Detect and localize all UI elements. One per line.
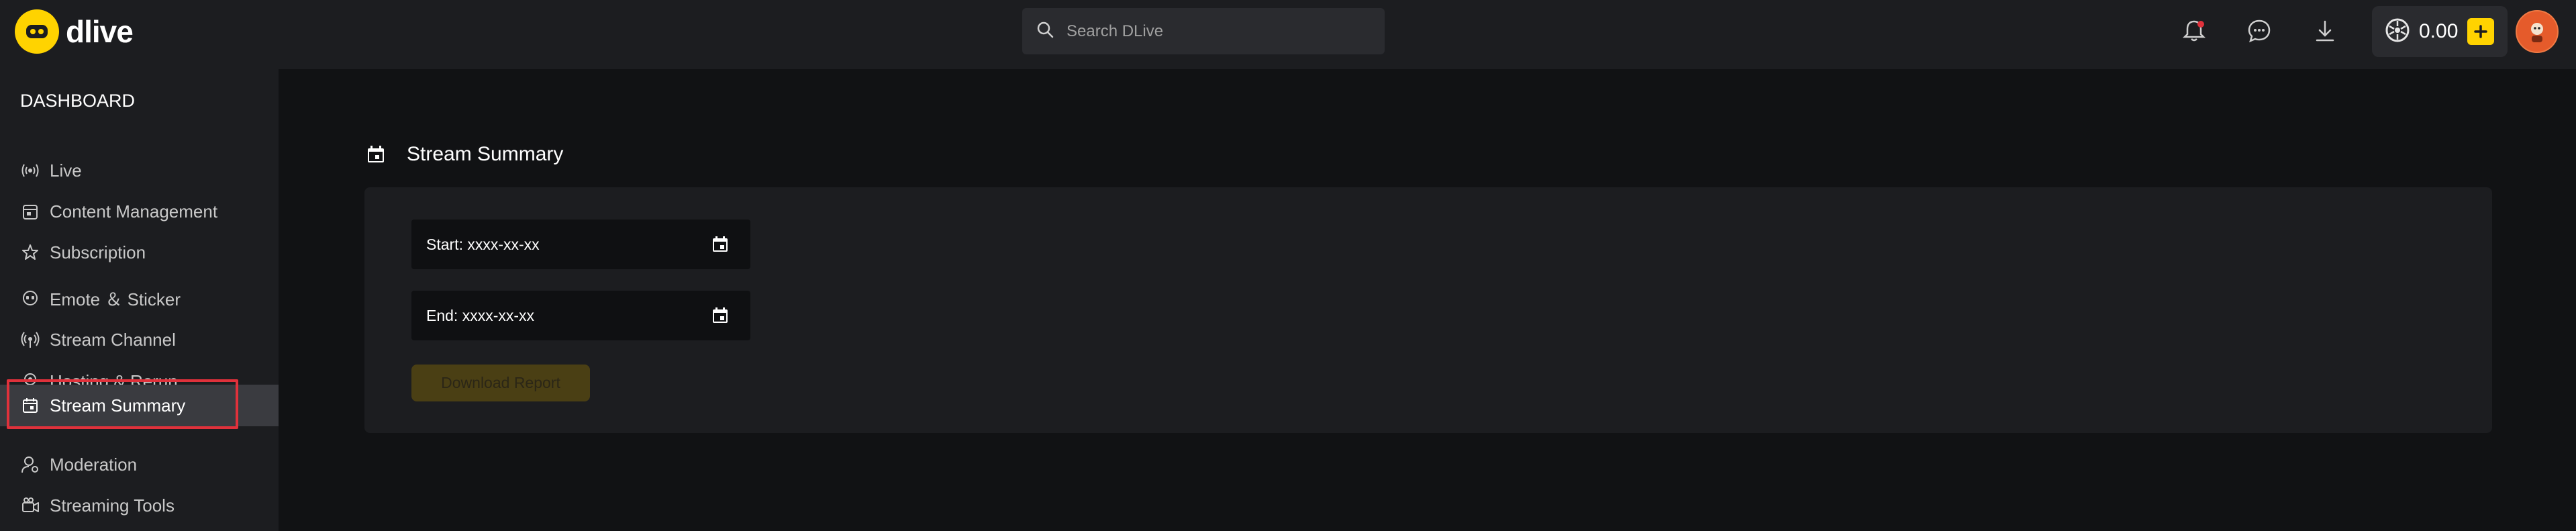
sidebar-item-streaming-tools[interactable]: Streaming Tools (0, 485, 279, 526)
sidebar-item-label: Stream Channel (50, 329, 176, 350)
sidebar-item-live[interactable]: Live (0, 150, 279, 191)
channel-icon (19, 328, 42, 351)
sidebar-item-label: Stream Summary (50, 395, 186, 416)
sidebar-item-label: Content Management (50, 201, 218, 222)
start-date-field[interactable]: Start: xxxx-xx-xx (411, 220, 750, 269)
sidebar-item-stream-summary[interactable]: Stream Summary (0, 385, 279, 426)
download-icon[interactable] (2308, 13, 2342, 48)
summary-card: Start: xxxx-xx-xx End: xxxx-xx-xx Downlo… (364, 187, 2492, 433)
sidebar-title: DASHBOARD (20, 91, 136, 111)
end-date-text: End: xxxx-xx-xx (426, 306, 535, 324)
page-title-text: Stream Summary (407, 143, 564, 165)
end-date-field[interactable]: End: xxxx-xx-xx (411, 291, 750, 340)
page-title: Stream Summary (364, 142, 563, 166)
star-icon (19, 241, 42, 264)
sidebar: DASHBOARD Live Content Management Subscr… (0, 69, 279, 531)
sidebar-item-label: Subscription (50, 242, 146, 262)
sidebar-item-moderation[interactable]: Moderation (0, 444, 279, 485)
calendar-icon (19, 394, 42, 417)
content-icon (19, 200, 42, 223)
plus-icon[interactable] (2467, 18, 2495, 45)
logo-text: dlive (66, 14, 134, 49)
sidebar-item-subscription[interactable]: Subscription (0, 232, 279, 273)
sidebar-item-label: Emote ＆ Sticker (50, 289, 181, 309)
wallet-amount: 0.00 (2419, 20, 2459, 42)
search-icon (1036, 20, 1054, 42)
broadcast-icon (19, 159, 42, 182)
calendar-icon (364, 142, 388, 166)
avatar[interactable] (2516, 10, 2559, 53)
top-bar: dlive Search DLive 0.00 (0, 0, 2576, 69)
lemon-coin-icon (2384, 17, 2411, 47)
emote-icon (19, 287, 42, 309)
sidebar-item-content-management[interactable]: Content Management (0, 191, 279, 232)
sidebar-item-stream-channel[interactable]: Stream Channel (0, 320, 279, 360)
sidebar-item-emote-sticker[interactable]: Emote ＆ Sticker (0, 278, 279, 318)
download-report-button[interactable]: Download Report (411, 365, 590, 401)
sidebar-item-label: Moderation (50, 454, 138, 475)
start-date-text: Start: xxxx-xx-xx (426, 235, 540, 253)
calendar-icon[interactable] (709, 233, 732, 256)
wallet-balance[interactable]: 0.00 (2372, 6, 2508, 57)
chat-icon[interactable] (2242, 13, 2277, 48)
sidebar-item-label: Streaming Tools (50, 495, 175, 516)
logo[interactable]: dlive (15, 9, 134, 54)
tools-icon (19, 494, 42, 517)
search-input[interactable] (1067, 21, 1362, 41)
dlive-logo-icon (15, 9, 59, 54)
search-bar[interactable] (1022, 8, 1385, 54)
sidebar-item-label: Live (50, 160, 82, 181)
moderation-icon (19, 453, 42, 476)
calendar-icon[interactable] (709, 304, 732, 327)
bell-icon[interactable] (2177, 13, 2212, 48)
